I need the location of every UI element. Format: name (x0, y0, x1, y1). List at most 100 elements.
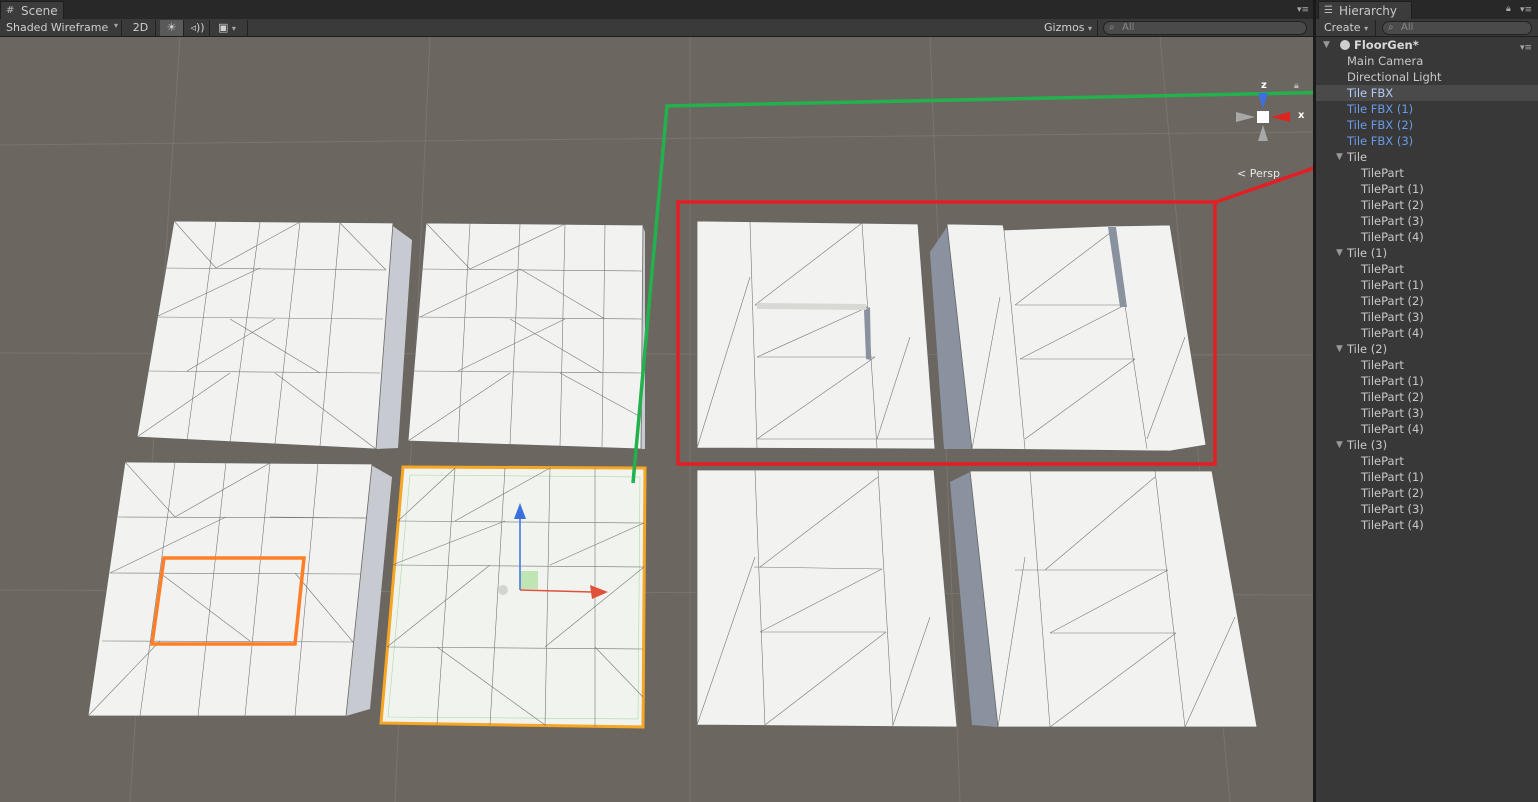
audio-toggle-button[interactable]: ◃)) (186, 20, 210, 36)
panel-menu-icon[interactable]: ▾≡ (1520, 6, 1532, 15)
2d-label: 2D (132, 21, 149, 34)
hierarchy-search-placeholder: All (1401, 22, 1414, 33)
tile-fbx-2-mesh[interactable] (87, 461, 392, 717)
hierarchy-item-label: Directional Light (1347, 70, 1442, 84)
search-icon: ⌕ (1109, 22, 1115, 33)
tile-parent-mesh[interactable] (696, 220, 936, 450)
scene-search-placeholder: All (1122, 22, 1135, 33)
expand-arrow-icon[interactable]: ▼ (1336, 341, 1346, 357)
hierarchy-item[interactable]: TilePart (3) (1316, 501, 1538, 517)
hierarchy-item[interactable]: TilePart (2) (1316, 485, 1538, 501)
lighting-toggle-button[interactable]: ☀ (160, 20, 184, 36)
expand-arrow-icon[interactable]: ▼ (1336, 437, 1346, 453)
scene-root-row[interactable]: ▼ FloorGen* ▾≡ (1316, 37, 1538, 53)
hierarchy-item[interactable]: TilePart (3) (1316, 405, 1538, 421)
hierarchy-parent-item[interactable]: ▼ Tile (2) (1316, 341, 1538, 357)
red-annotation-line (1212, 166, 1313, 205)
scene-search-input[interactable]: ⌕ All (1103, 21, 1307, 35)
hierarchy-item[interactable]: TilePart (1316, 165, 1538, 181)
hierarchy-item[interactable]: TilePart (2) (1316, 197, 1538, 213)
2d-toggle-button[interactable]: 2D (126, 20, 156, 36)
hierarchy-item-label: TilePart (1) (1361, 470, 1424, 484)
gizmo-plane-handle[interactable] (520, 571, 538, 589)
panel-menu-icon[interactable]: ▾≡ (1297, 6, 1309, 15)
hierarchy-item[interactable]: TilePart (4) (1316, 325, 1538, 341)
hierarchy-item-label: TilePart (2) (1361, 294, 1424, 308)
persp-label: Persp (1249, 167, 1280, 180)
search-icon: ⌕ (1388, 22, 1394, 33)
hierarchy-item[interactable]: TilePart (1316, 357, 1538, 373)
hierarchy-item[interactable]: TilePart (2) (1316, 293, 1538, 309)
grid-icon: # (6, 5, 15, 16)
hierarchy-item-label: TilePart (1) (1361, 278, 1424, 292)
hierarchy-item-label: Tile FBX (3) (1347, 134, 1414, 148)
hierarchy-item-label: Tile FBX (1) (1347, 102, 1414, 116)
hierarchy-item[interactable]: TilePart (1) (1316, 373, 1538, 389)
hierarchy-item[interactable]: Tile FBX (3) (1316, 133, 1538, 149)
expand-arrow-icon[interactable]: ▼ (1336, 245, 1346, 261)
effects-dropdown[interactable]: ▣ ▾ (214, 20, 248, 36)
create-dropdown[interactable]: Create ▾ (1320, 20, 1376, 36)
orientation-gizmo[interactable]: z x 🔒︎ (1228, 80, 1308, 147)
lock-icon[interactable]: 🔒︎ (1506, 5, 1518, 14)
draw-mode-dropdown[interactable]: Shaded Wireframe ▾ (2, 20, 122, 36)
hierarchy-parent-item[interactable]: ▼ Tile (1316, 149, 1538, 165)
hierarchy-item[interactable]: Tile FBX (2) (1316, 117, 1538, 133)
hierarchy-item-label: TilePart (3) (1361, 406, 1424, 420)
hierarchy-item-label: Tile (3) (1347, 438, 1388, 452)
hierarchy-toolbar: Create ▾ ⌕ All (1316, 19, 1538, 37)
hierarchy-search-input[interactable]: ⌕ All (1382, 21, 1532, 35)
hierarchy-parent-item[interactable]: ▼ Tile (3) (1316, 437, 1538, 453)
tile-3-parent-mesh[interactable] (950, 470, 1258, 728)
hierarchy-item[interactable]: TilePart (2) (1316, 389, 1538, 405)
hierarchy-item[interactable]: TilePart (1316, 453, 1538, 469)
tile-fbx-1-mesh[interactable] (407, 222, 645, 450)
hierarchy-item[interactable]: TilePart (1) (1316, 181, 1538, 197)
hierarchy-item-label: Main Camera (1347, 54, 1424, 68)
scene-tabbar: # Scene ▾≡ (0, 0, 1313, 19)
create-label: Create (1324, 21, 1361, 34)
persp-toggle[interactable]: < Persp (1237, 167, 1280, 180)
hierarchy-item[interactable]: Directional Light (1316, 69, 1538, 85)
hierarchy-item[interactable]: Tile FBX (1) (1316, 101, 1538, 117)
tab-hierarchy[interactable]: ☰ Hierarchy (1318, 1, 1412, 19)
tab-hierarchy-label: Hierarchy (1339, 4, 1398, 18)
hierarchy-item-label: TilePart (1361, 262, 1404, 276)
dropdown-arrow-icon: ▾ (231, 24, 236, 33)
scene-viewport[interactable]: z x 🔒︎ < Persp (0, 37, 1313, 802)
lock-icon[interactable]: 🔒︎ (1294, 81, 1299, 91)
hierarchy-item[interactable]: TilePart (4) (1316, 229, 1538, 245)
expand-arrow-icon[interactable]: ▼ (1336, 149, 1346, 165)
axis-x-label: x (1298, 110, 1305, 121)
hierarchy-item[interactable]: Main Camera (1316, 53, 1538, 69)
hierarchy-items: Main Camera Directional Light Tile FBX Tile… (1316, 53, 1538, 533)
hierarchy-item[interactable]: TilePart (1316, 261, 1538, 277)
hierarchy-item-label: Tile (1) (1347, 246, 1388, 260)
expand-arrow-icon[interactable]: ▼ (1323, 37, 1333, 53)
hierarchy-item[interactable]: TilePart (4) (1316, 421, 1538, 437)
dropdown-arrow-icon: ▾ (1088, 24, 1093, 33)
hierarchy-item-label: TilePart (4) (1361, 422, 1424, 436)
hierarchy-item[interactable]: TilePart (3) (1316, 213, 1538, 229)
tile-2-parent-mesh[interactable] (696, 469, 958, 728)
hierarchy-item[interactable]: Tile FBX (1316, 85, 1538, 101)
gizmos-dropdown[interactable]: Gizmos ▾ (1040, 20, 1098, 36)
hierarchy-item-label: TilePart (1361, 358, 1404, 372)
tile-1-parent-mesh[interactable] (930, 223, 1207, 452)
hierarchy-item-label: TilePart (3) (1361, 502, 1424, 516)
gizmo-center-handle[interactable] (498, 585, 508, 595)
hierarchy-item[interactable]: TilePart (3) (1316, 309, 1538, 325)
scene-canvas (0, 37, 1313, 802)
tile-fbx-3-mesh-selected[interactable] (379, 465, 647, 729)
hierarchy-parent-item[interactable]: ▼ Tile (1) (1316, 245, 1538, 261)
tile-fbx-mesh[interactable] (136, 220, 412, 450)
speaker-icon: ◃)) (190, 21, 205, 34)
hierarchy-item[interactable]: TilePart (1) (1316, 277, 1538, 293)
chevron-left-icon: < (1237, 167, 1247, 180)
tab-scene-label: Scene (21, 4, 58, 18)
tab-scene[interactable]: # Scene (0, 1, 64, 19)
hierarchy-item[interactable]: TilePart (1) (1316, 469, 1538, 485)
gizmos-label: Gizmos (1044, 21, 1085, 34)
axis-z-label: z (1261, 80, 1267, 91)
hierarchy-item[interactable]: TilePart (4) (1316, 517, 1538, 533)
